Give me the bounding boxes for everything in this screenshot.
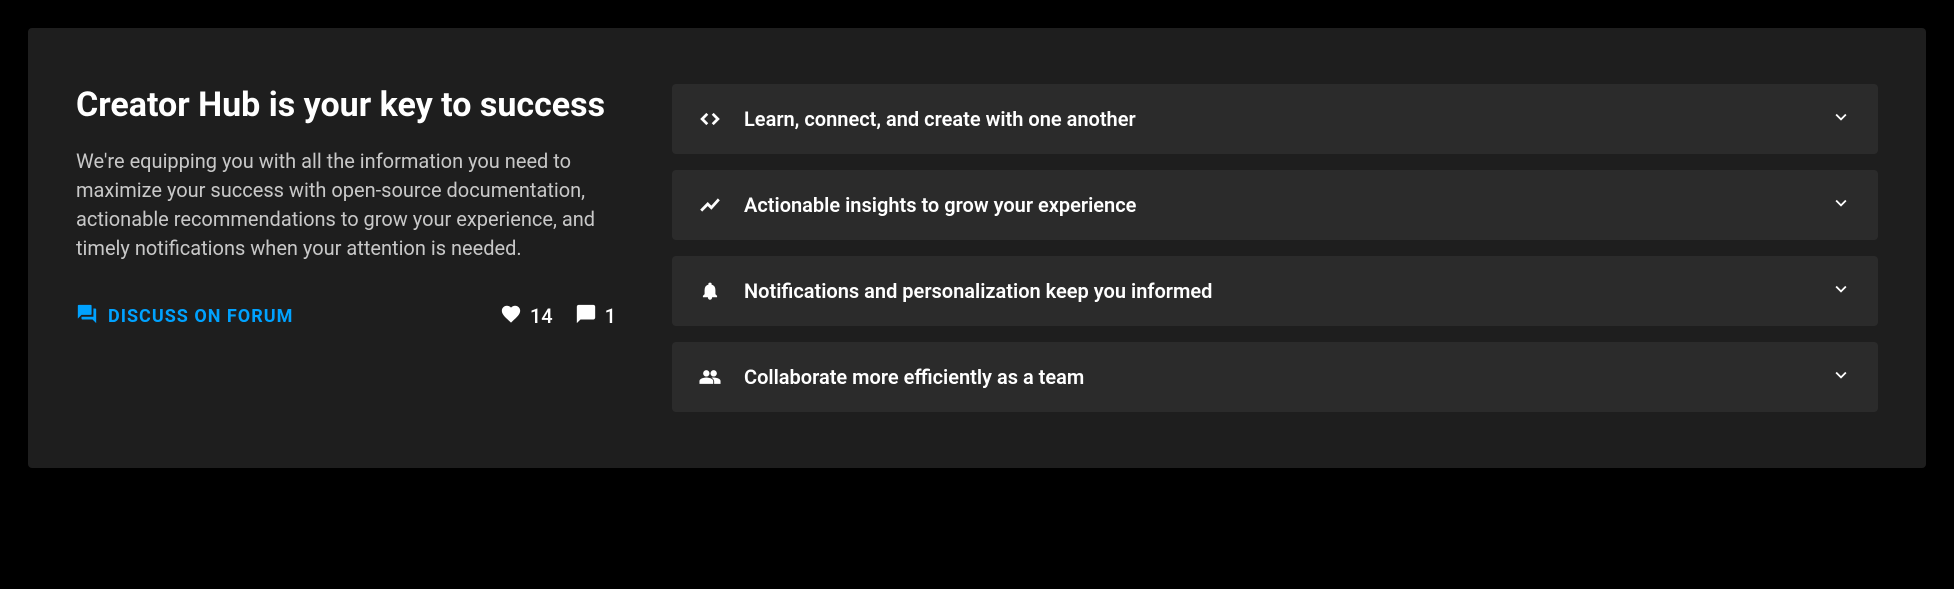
stats-group: 14 1 <box>500 303 616 330</box>
accordion-item-collaborate[interactable]: Collaborate more efficiently as a team <box>672 342 1878 412</box>
comment-icon <box>575 303 597 330</box>
accordion-item-learn[interactable]: Learn, connect, and create with one anot… <box>672 84 1878 154</box>
analytics-icon <box>698 193 722 217</box>
panel-description: We're equipping you with all the informa… <box>76 147 616 263</box>
bell-icon <box>698 279 722 303</box>
accordion-item-label: Notifications and personalization keep y… <box>744 279 1830 303</box>
forum-icon <box>76 303 98 330</box>
chevron-down-icon <box>1830 192 1852 218</box>
panel-title: Creator Hub is your key to success <box>76 84 616 127</box>
likes-count: 14 <box>530 304 553 328</box>
accordion-item-insights[interactable]: Actionable insights to grow your experie… <box>672 170 1878 240</box>
comments-stat[interactable]: 1 <box>575 303 616 330</box>
heart-icon <box>500 303 522 330</box>
accordion-item-label: Learn, connect, and create with one anot… <box>744 107 1830 131</box>
left-column: Creator Hub is your key to success We're… <box>76 84 616 412</box>
comments-count: 1 <box>605 304 616 328</box>
discuss-on-forum-link[interactable]: DISCUSS ON FORUM <box>76 303 293 330</box>
forum-link-label: DISCUSS ON FORUM <box>108 306 293 327</box>
group-icon <box>698 365 722 389</box>
accordion-item-label: Actionable insights to grow your experie… <box>744 193 1830 217</box>
accordion-item-notifications[interactable]: Notifications and personalization keep y… <box>672 256 1878 326</box>
code-icon <box>698 107 722 131</box>
chevron-down-icon <box>1830 364 1852 390</box>
accordion-item-label: Collaborate more efficiently as a team <box>744 365 1830 389</box>
likes-stat[interactable]: 14 <box>500 303 553 330</box>
info-panel: Creator Hub is your key to success We're… <box>28 28 1926 468</box>
chevron-down-icon <box>1830 106 1852 132</box>
left-footer: DISCUSS ON FORUM 14 1 <box>76 303 616 330</box>
chevron-down-icon <box>1830 278 1852 304</box>
accordion-list: Learn, connect, and create with one anot… <box>672 84 1878 412</box>
